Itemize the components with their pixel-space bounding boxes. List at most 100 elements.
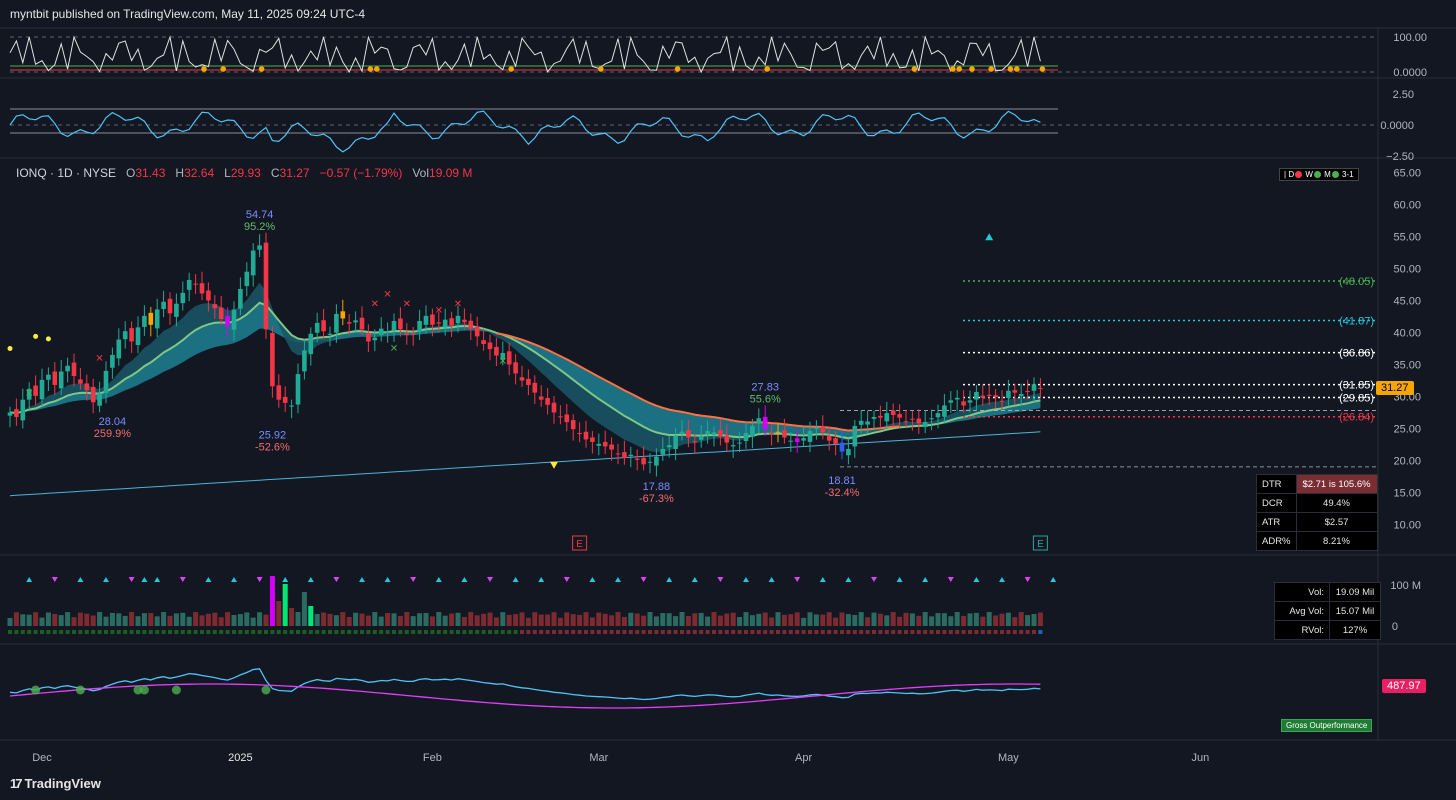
- candle-body: [1012, 390, 1018, 393]
- volume-signal-square: [603, 630, 608, 634]
- volume-bar: [916, 615, 922, 626]
- volume-bar: [801, 617, 807, 626]
- volume-signal-square: [456, 630, 460, 634]
- candle-body: [1025, 390, 1030, 392]
- candle-body: [724, 435, 730, 443]
- candle-body: [602, 441, 608, 447]
- volume-bar: [205, 613, 211, 626]
- candle-body: [346, 322, 352, 324]
- volume-signal-triangle: [410, 577, 417, 582]
- symbol-label[interactable]: IONQ · 1D · NYSE: [16, 166, 116, 180]
- volume-bar: [1025, 615, 1031, 626]
- volume-bar: [602, 613, 608, 626]
- candle-body: [839, 442, 845, 452]
- sell-x-marker: ✕: [454, 299, 462, 310]
- swing-price-label: 18.81: [828, 475, 856, 487]
- candle-body: [238, 288, 243, 309]
- volume-signal-triangle: [205, 577, 212, 582]
- candle-body: [756, 418, 762, 424]
- candle-body: [1006, 390, 1011, 399]
- volume-bar: [532, 612, 538, 626]
- volume-signal-square: [904, 630, 908, 634]
- candle-body: [474, 326, 480, 337]
- volume-bar: [90, 615, 96, 626]
- volume-signal-triangle: [717, 577, 724, 582]
- volume-signal-square: [328, 630, 332, 634]
- candle-body: [244, 271, 250, 287]
- volume-signal-triangle: [947, 577, 954, 582]
- candle-body: [33, 385, 38, 396]
- volume-bar: [346, 616, 352, 626]
- time-axis-label: May: [998, 752, 1019, 764]
- volume-bar: [397, 616, 403, 626]
- volume-signal-triangle: [819, 577, 826, 582]
- volume-signal-square: [987, 630, 992, 634]
- volume-bar: [909, 613, 915, 626]
- volume-signal-square: [468, 630, 473, 634]
- table-row: RVol: 127%: [1274, 620, 1381, 640]
- volume-bar: [97, 612, 103, 626]
- volume-bar: [762, 612, 768, 626]
- volume-signal-square: [270, 630, 275, 634]
- time-axis-label: Feb: [423, 752, 442, 764]
- candle-body: [558, 416, 563, 418]
- volume-bar: [314, 614, 320, 626]
- volume-signal-triangle: [26, 577, 33, 582]
- volume-signal-square: [347, 630, 352, 634]
- volume-bar: [321, 612, 327, 626]
- candle-body: [942, 405, 947, 417]
- volume-signal-square: [148, 630, 153, 634]
- volume-signal-triangle: [51, 577, 58, 582]
- volume-bar: [865, 617, 871, 626]
- candle-body: [494, 346, 499, 356]
- candle-body: [801, 438, 806, 441]
- swing-price-label: 25.92: [259, 430, 287, 442]
- osc2-tick-label: −2.50: [1386, 151, 1414, 163]
- candle-body: [762, 416, 768, 430]
- osc1-signal-dot: [367, 66, 374, 72]
- volume-signal-square: [1012, 630, 1017, 634]
- volume-bar: [20, 614, 26, 626]
- volume-bar: [769, 617, 775, 626]
- volume-signal-square: [609, 630, 614, 634]
- volume-signal-square: [392, 630, 396, 634]
- volume-bar: [621, 616, 627, 626]
- candle-body: [660, 448, 666, 455]
- volume-signal-square: [500, 630, 505, 634]
- osc1-tick-label: 100.00: [1393, 32, 1427, 44]
- ohlc-header: IONQ · 1D · NYSE O31.43 H32.64 L29.93 C3…: [16, 166, 472, 180]
- buy-x-marker: ✕: [390, 344, 398, 355]
- osc1-signal-dot: [1039, 66, 1046, 72]
- volume-bar: [666, 613, 672, 626]
- yellow-dot-marker: [33, 333, 39, 339]
- tradingview-brand[interactable]: 17 TradingView: [10, 776, 101, 791]
- swing-pct-label: 95.2%: [244, 221, 275, 233]
- volume-signal-square: [219, 630, 224, 634]
- volume-signal-square: [104, 630, 108, 634]
- candle-body: [71, 362, 77, 377]
- volume-bar: [852, 614, 858, 626]
- swing-pct-label: -32.4%: [825, 487, 860, 499]
- open-value: 31.43: [135, 166, 166, 180]
- candle-body: [826, 436, 832, 441]
- volume-bar: [845, 614, 851, 626]
- volume-bar: [39, 617, 45, 626]
- candle-body: [225, 316, 230, 327]
- volume-bar: [980, 616, 986, 626]
- volume-signal-square: [833, 630, 838, 634]
- volume-bar: [148, 613, 154, 626]
- volume-signal-square: [78, 630, 83, 634]
- stat-label: DTR: [1256, 474, 1297, 494]
- volume-signal-triangle: [141, 577, 148, 582]
- volume-signal-square: [225, 630, 230, 634]
- osc1-signal-dot: [950, 66, 956, 72]
- volume-bar: [122, 615, 128, 626]
- volume-signal-square: [891, 630, 896, 634]
- swing-price-label: 54.74: [246, 209, 274, 221]
- volume-signal-square: [788, 630, 793, 634]
- candle-body: [321, 320, 326, 332]
- volume-bar: [237, 614, 243, 626]
- osc1-signal-dot: [201, 66, 207, 72]
- volume-signal-square: [628, 630, 633, 634]
- candle-body: [865, 421, 870, 425]
